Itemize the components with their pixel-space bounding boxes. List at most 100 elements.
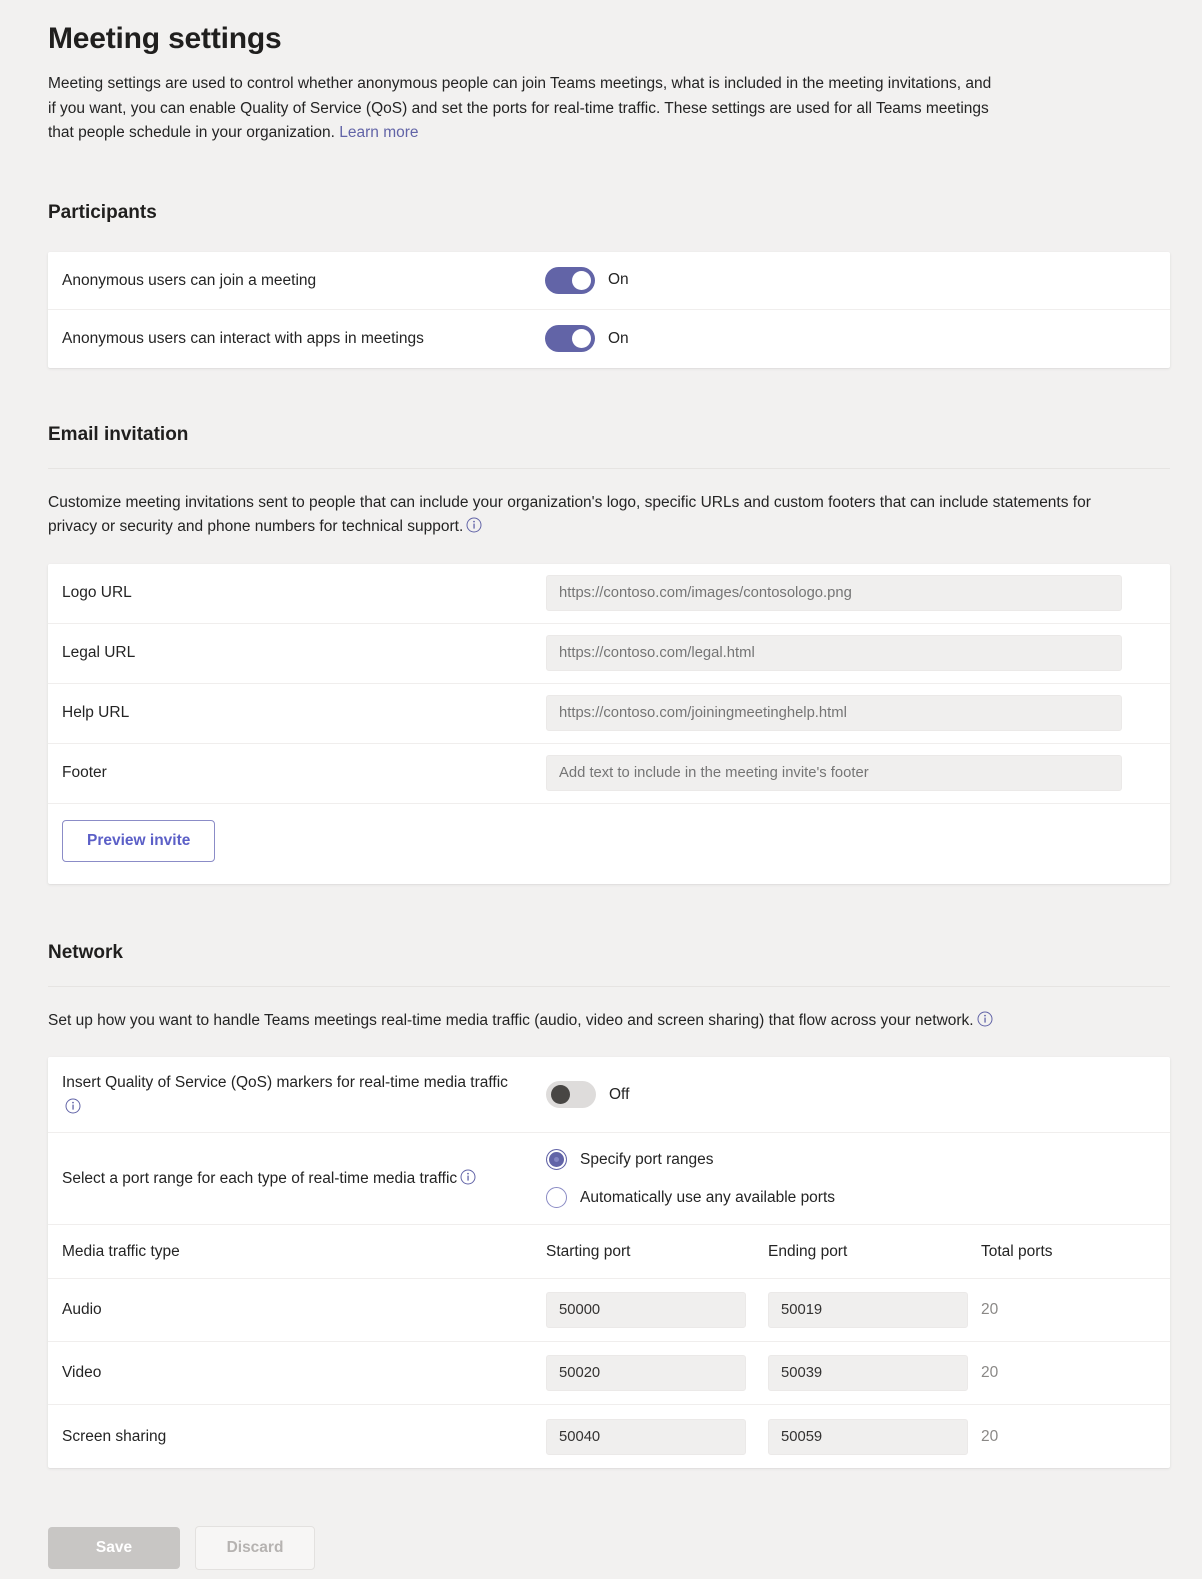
info-icon[interactable] [977, 1011, 993, 1027]
setting-row-anonymous-apps: Anonymous users can interact with apps i… [48, 310, 1170, 368]
total-ports-audio: 20 [981, 1301, 999, 1318]
ending-port-cell-audio [768, 1292, 981, 1328]
page-description-text: Meeting settings are used to control whe… [48, 75, 992, 141]
participants-section-header: Participants [48, 200, 1170, 226]
column-header-total-ports: Total ports [981, 1242, 1053, 1260]
anonymous-join-toggle[interactable] [545, 266, 595, 294]
help-url-label: Help URL [62, 704, 130, 721]
ending-port-input-audio[interactable] [768, 1292, 968, 1328]
starting-port-cell-video [546, 1355, 768, 1391]
email-invitation-description-text: Customize meeting invitations sent to pe… [48, 493, 1091, 536]
starting-port-cell-audio [546, 1292, 768, 1328]
help-url-input[interactable] [546, 695, 1122, 731]
toggle-knob-icon [572, 270, 591, 290]
anonymous-apps-toggle[interactable] [545, 325, 595, 352]
media-traffic-type-screen-sharing: Screen sharing [62, 1427, 167, 1445]
email-invitation-card: Logo URL Legal URL Help URL Footer Previ… [48, 563, 1170, 884]
total-ports-video: 20 [981, 1364, 999, 1381]
qos-toggle-state: Off [609, 1085, 630, 1103]
email-invitation-title: Email invitation [48, 423, 189, 445]
ending-port-cell-screen-sharing [768, 1418, 981, 1455]
participants-card: Anonymous users can join a meeting On An… [48, 251, 1170, 368]
setting-row-port-range: Select a port range for each type of rea… [48, 1133, 1170, 1225]
info-icon[interactable] [466, 517, 482, 533]
radio-icon-unselected[interactable] [546, 1187, 567, 1208]
qos-toggle-wrap[interactable]: Off [546, 1081, 629, 1108]
total-ports-screen-sharing: 20 [981, 1427, 999, 1445]
page-description: Meeting settings are used to control whe… [48, 72, 993, 146]
qos-label: Insert Quality of Service (QoS) markers … [62, 1070, 546, 1120]
preview-invite-row: Preview invite [48, 804, 1170, 884]
column-header-media-traffic-type: Media traffic type [62, 1242, 180, 1260]
network-divider [48, 985, 1170, 987]
network-description: Set up how you want to handle Teams meet… [48, 1009, 1138, 1034]
specify-port-ranges-label: Specify port ranges [580, 1150, 714, 1168]
column-header-ending-port: Ending port [768, 1242, 848, 1260]
radio-item-specify-port-ranges[interactable]: Specify port ranges [546, 1149, 835, 1170]
ending-port-input-screen-sharing[interactable] [768, 1418, 968, 1455]
port-range-label: Select a port range for each type of rea… [62, 1166, 546, 1191]
port-range-radio-group: Specify port ranges Automatically use an… [546, 1145, 835, 1212]
anonymous-apps-label: Anonymous users can interact with apps i… [62, 330, 424, 347]
anonymous-apps-control: On [545, 325, 629, 352]
field-row-footer: Footer [48, 744, 1170, 804]
port-table-header: Media traffic type Starting port Ending … [48, 1225, 1170, 1279]
legal-url-label: Legal URL [62, 644, 136, 661]
email-invitation-divider [48, 467, 1170, 469]
participants-title: Participants [48, 201, 157, 223]
logo-url-input[interactable] [546, 575, 1122, 611]
anonymous-apps-toggle-wrap[interactable]: On [545, 325, 629, 352]
table-row: Screen sharing 20 [48, 1405, 1170, 1468]
email-invitation-section-header: Email invitation [48, 422, 1170, 469]
setting-row-qos: Insert Quality of Service (QoS) markers … [48, 1057, 1170, 1133]
page-title: Meeting settings [48, 22, 282, 55]
radio-item-automatic-ports[interactable]: Automatically use any available ports [546, 1187, 835, 1208]
column-header-starting-port: Starting port [546, 1242, 631, 1260]
page-content: Meeting settings Meeting settings are us… [0, 0, 1202, 1468]
starting-port-input-screen-sharing[interactable] [546, 1418, 746, 1455]
anonymous-join-toggle-wrap[interactable]: On [545, 266, 629, 294]
field-row-legal-url: Legal URL [48, 624, 1170, 684]
footer-label: Footer [62, 764, 107, 781]
table-row: Video 20 [48, 1342, 1170, 1405]
network-description-text: Set up how you want to handle Teams meet… [48, 1011, 974, 1029]
save-button[interactable]: Save [48, 1527, 180, 1569]
discard-button[interactable]: Discard [195, 1526, 315, 1570]
ending-port-input-video[interactable] [768, 1355, 968, 1391]
field-row-logo-url: Logo URL [48, 564, 1170, 624]
network-title: Network [48, 941, 123, 963]
anonymous-apps-toggle-state: On [608, 329, 629, 347]
logo-url-label: Logo URL [62, 584, 132, 601]
qos-toggle[interactable] [546, 1081, 596, 1108]
email-invitation-description: Customize meeting invitations sent to pe… [48, 491, 1138, 540]
network-card: Insert Quality of Service (QoS) markers … [48, 1057, 1170, 1468]
info-icon[interactable] [65, 1098, 81, 1114]
automatic-ports-label: Automatically use any available ports [580, 1188, 836, 1206]
meeting-settings-page: Meeting settings Meeting settings are us… [0, 0, 1202, 1579]
info-icon[interactable] [460, 1169, 476, 1185]
toggle-knob-icon [572, 329, 591, 348]
network-section-header: Network [48, 940, 1170, 987]
qos-control: Off [546, 1081, 629, 1108]
starting-port-input-audio[interactable] [546, 1292, 746, 1328]
ending-port-cell-video [768, 1355, 981, 1391]
media-traffic-type-video: Video [62, 1364, 102, 1381]
anonymous-join-control: On [545, 266, 629, 294]
field-row-help-url: Help URL [48, 684, 1170, 744]
starting-port-cell-screen-sharing [546, 1418, 768, 1455]
qos-label-text: Insert Quality of Service (QoS) markers … [62, 1073, 508, 1091]
port-range-label-text: Select a port range for each type of rea… [62, 1170, 458, 1187]
learn-more-link[interactable]: Learn more [339, 124, 418, 141]
preview-invite-button[interactable]: Preview invite [62, 819, 216, 862]
footer-input[interactable] [546, 755, 1122, 791]
media-traffic-type-audio: Audio [62, 1301, 102, 1318]
toggle-knob-icon [551, 1085, 570, 1104]
starting-port-input-video[interactable] [546, 1355, 746, 1391]
setting-row-anonymous-join: Anonymous users can join a meeting On [48, 252, 1170, 310]
footer-action-bar: Save Discard [0, 1468, 1202, 1570]
radio-icon-selected[interactable] [546, 1149, 567, 1170]
table-row: Audio 20 [48, 1279, 1170, 1342]
legal-url-input[interactable] [546, 635, 1122, 671]
anonymous-join-toggle-state: On [608, 271, 629, 288]
anonymous-join-label: Anonymous users can join a meeting [62, 271, 317, 289]
